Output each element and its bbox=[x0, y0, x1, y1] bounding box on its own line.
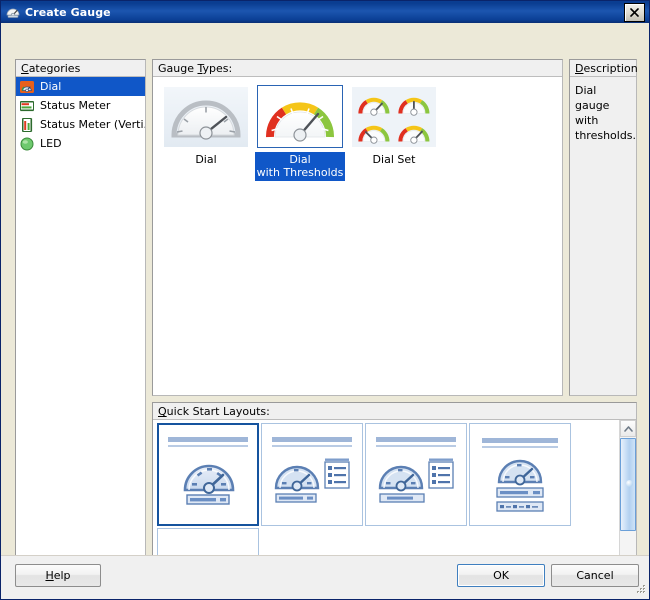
cancel-button[interactable]: Cancel bbox=[551, 564, 639, 587]
dial-thumbnail bbox=[163, 85, 249, 148]
gauge-type-label-line2: with Thresholds bbox=[256, 166, 344, 179]
scrollbar-grip-icon bbox=[626, 479, 633, 487]
gauge-types-panel: Gauge Types: Dial Dial with Thresholds D… bbox=[152, 59, 563, 396]
categories-list: Dial Status Meter Status Meter (Verti...… bbox=[16, 77, 145, 577]
gauge-type-label-line1: Dial Set bbox=[372, 153, 416, 166]
help-button[interactable]: Help bbox=[15, 564, 101, 587]
gauge-type-dial[interactable]: Dial bbox=[161, 85, 251, 181]
dialog-button-bar: Help OK Cancel bbox=[1, 555, 649, 599]
gauge-type-label-line1: Dial bbox=[195, 153, 217, 166]
ok-button[interactable]: OK bbox=[457, 564, 545, 587]
layout-gauge-with-legend-right[interactable] bbox=[261, 423, 363, 526]
gauge-types-header-text: ypes: bbox=[202, 62, 233, 75]
window-title: Create Gauge bbox=[25, 5, 111, 19]
create-gauge-dialog: Create Gauge Categories Dial Status Mete… bbox=[0, 0, 650, 600]
resize-grip-icon[interactable] bbox=[633, 583, 647, 597]
gauge-types-grid: Dial Dial with Thresholds Dial Set bbox=[153, 77, 562, 395]
categories-header: Categories bbox=[16, 60, 145, 77]
description-header-text: escription bbox=[583, 62, 638, 75]
sidebar-item-status-meter-vertical[interactable]: Status Meter (Verti... bbox=[16, 115, 145, 134]
sidebar-item-label: LED bbox=[40, 137, 62, 150]
gauge-type-label: Dial Set bbox=[349, 152, 439, 168]
quick-start-grid bbox=[153, 420, 619, 577]
gauge-types-header: Gauge Types: bbox=[153, 60, 562, 77]
sidebar-item-status-meter[interactable]: Status Meter bbox=[16, 96, 145, 115]
categories-header-text: ategories bbox=[28, 62, 81, 75]
sidebar-item-label: Status Meter bbox=[40, 99, 111, 112]
led-icon bbox=[19, 136, 35, 152]
sidebar-item-dial[interactable]: Dial bbox=[16, 77, 145, 96]
quick-start-layouts-panel: Quick Start Layouts: bbox=[152, 402, 637, 578]
scroll-up-icon[interactable] bbox=[620, 420, 636, 437]
gauge-type-dial-with-thresholds[interactable]: Dial with Thresholds bbox=[255, 85, 345, 181]
layout-gauge-wide-title-legend-right[interactable] bbox=[365, 423, 467, 526]
quick-start-body bbox=[153, 420, 636, 577]
dial-gauge-icon bbox=[19, 79, 35, 95]
quick-start-scroll-area bbox=[153, 420, 619, 577]
quick-start-scrollbar[interactable] bbox=[619, 420, 636, 577]
layout-gauge-with-two-bars[interactable] bbox=[469, 423, 571, 526]
quick-start-header-text: uick Start Layouts: bbox=[166, 405, 270, 418]
gauge-type-label-line1: Dial bbox=[289, 153, 311, 166]
help-button-label: elp bbox=[53, 569, 71, 582]
gauge-type-label: Dial bbox=[161, 152, 251, 168]
sidebar-item-label: Status Meter (Verti... bbox=[40, 118, 145, 131]
sidebar-item-led[interactable]: LED bbox=[16, 134, 145, 153]
gauge-type-dial-set[interactable]: Dial Set bbox=[349, 85, 439, 181]
dial-with-thresholds-thumbnail bbox=[257, 85, 343, 148]
dialog-body: Categories Dial Status Meter Status Mete… bbox=[1, 23, 649, 599]
categories-panel: Categories Dial Status Meter Status Mete… bbox=[15, 59, 146, 578]
description-text: Dial gauge with thresholds. bbox=[575, 84, 636, 142]
scrollbar-thumb[interactable] bbox=[620, 438, 636, 531]
description-header: Description bbox=[570, 60, 638, 77]
description-body: Dial gauge with thresholds. bbox=[570, 77, 636, 395]
layout-gauge-only[interactable] bbox=[157, 423, 259, 526]
gauge-type-label: Dial with Thresholds bbox=[255, 152, 345, 181]
close-icon[interactable] bbox=[624, 2, 645, 22]
status-meter-icon bbox=[19, 98, 35, 114]
status-meter-vertical-icon bbox=[19, 117, 35, 133]
description-panel: Description Dial gauge with thresholds. bbox=[569, 59, 638, 396]
sidebar-item-label: Dial bbox=[40, 80, 62, 93]
quick-start-header: Quick Start Layouts: bbox=[153, 403, 636, 420]
title-bar[interactable]: Create Gauge bbox=[1, 1, 649, 23]
gauge-app-icon bbox=[5, 4, 21, 20]
dial-set-thumbnail bbox=[351, 85, 437, 148]
